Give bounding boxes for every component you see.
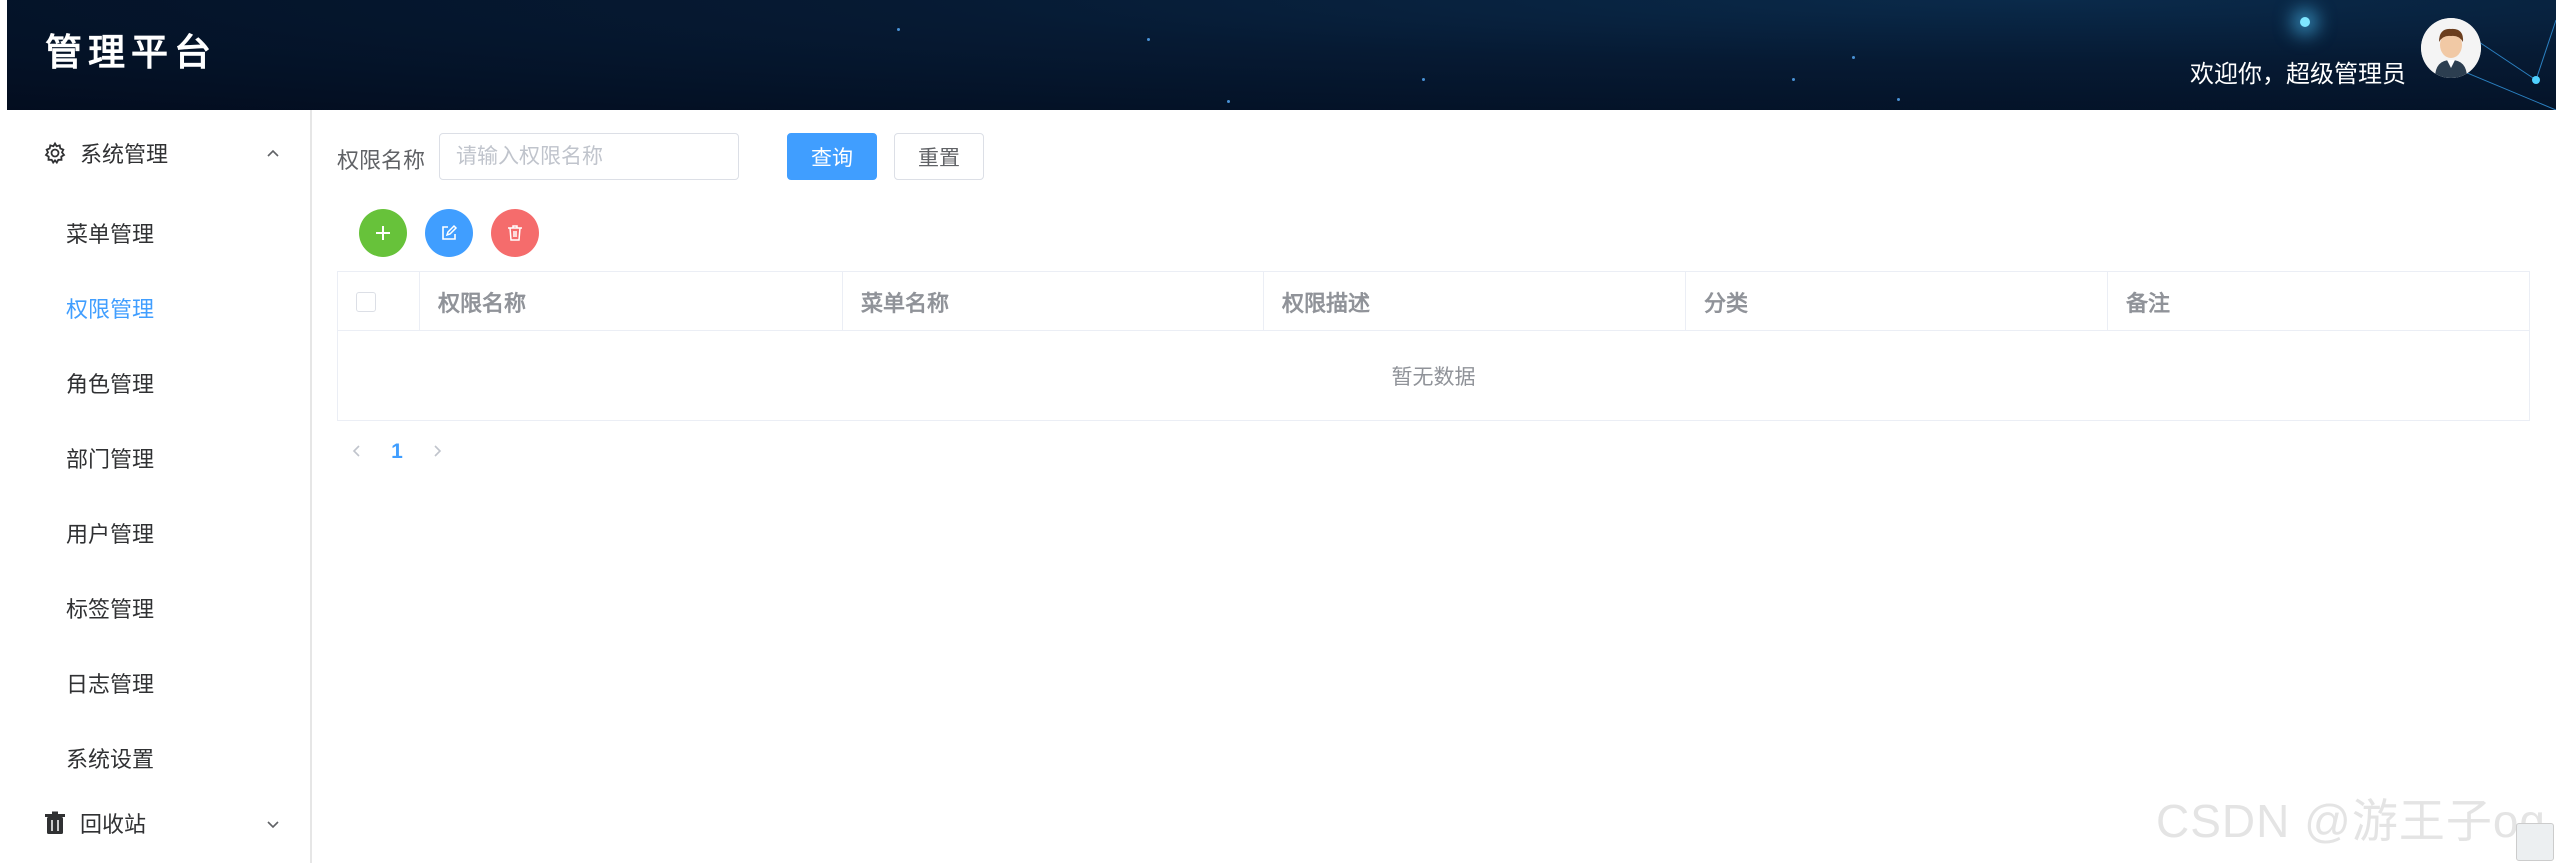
decor-star xyxy=(1792,78,1795,81)
delete-icon xyxy=(508,225,522,241)
sidebar-item-tag[interactable]: 标签管理 xyxy=(7,578,312,638)
sidebar-item-label: 部门管理 xyxy=(66,447,155,472)
sidebar-item-label: 角色管理 xyxy=(66,372,155,397)
welcome-text: 欢迎你，超级管理员 xyxy=(2190,61,2406,88)
chevron-up-icon xyxy=(264,143,282,169)
gear-icon xyxy=(42,140,68,166)
next-page-icon[interactable] xyxy=(417,441,457,464)
column-header: 权限描述 xyxy=(1264,272,1686,331)
sidebar-item-menu[interactable]: 菜单管理 xyxy=(7,203,312,263)
sidebar-item-log[interactable]: 日志管理 xyxy=(7,653,312,713)
search-input[interactable] xyxy=(439,133,739,180)
column-header: 备注 xyxy=(2126,290,2171,316)
left-edge xyxy=(0,0,7,863)
decor-star xyxy=(897,28,900,31)
trash-icon xyxy=(42,810,68,836)
decor-star xyxy=(1147,38,1150,41)
query-button[interactable]: 查询 xyxy=(787,133,877,180)
sidebar-item-label: 日志管理 xyxy=(66,672,155,697)
sidebar-group-system[interactable]: 系统管理 xyxy=(7,123,312,183)
sidebar-group-recycle[interactable]: 回收站 xyxy=(7,793,312,853)
plus-icon xyxy=(376,226,390,240)
sidebar-item-user[interactable]: 用户管理 xyxy=(7,503,312,563)
decor-glow xyxy=(2300,17,2310,27)
sidebar-item-label: 菜单管理 xyxy=(66,222,155,247)
sidebar-item-settings[interactable]: 系统设置 xyxy=(7,728,312,788)
sidebar-item-label: 权限管理 xyxy=(66,297,155,322)
sidebar-item-label: 用户管理 xyxy=(66,522,155,547)
pagination: 1 xyxy=(337,432,457,472)
permission-table: 权限名称 菜单名称 权限描述 分类 备注 暂无数据 xyxy=(337,271,2530,421)
user-avatar-icon[interactable] xyxy=(2421,18,2481,78)
brand-title: 管理平台 xyxy=(45,30,217,74)
chevron-down-icon xyxy=(264,813,282,839)
table-header: 权限名称 菜单名称 权限描述 分类 备注 xyxy=(338,272,2529,331)
delete-button[interactable] xyxy=(491,209,539,257)
search-label: 权限名称 xyxy=(337,148,426,173)
select-all-cell xyxy=(338,272,420,331)
decor-star xyxy=(1422,78,1425,81)
add-button[interactable] xyxy=(359,209,407,257)
empty-text: 暂无数据 xyxy=(1391,366,1476,389)
column-header: 权限名称 xyxy=(420,272,843,331)
reset-button[interactable]: 重置 xyxy=(894,133,984,180)
sidebar-item-department[interactable]: 部门管理 xyxy=(7,428,312,488)
watermark: CSDN @游王子og xyxy=(2156,795,2546,847)
decor-star xyxy=(1227,100,1230,103)
edit-icon xyxy=(442,224,458,240)
main-content: 权限名称 查询 重置 权限名称 菜单名称 权限描述 分类 备注 暂无数据 xyxy=(314,110,2556,863)
column-header: 分类 xyxy=(1686,272,2108,331)
select-all-checkbox[interactable] xyxy=(356,291,376,312)
sidebar-item-label: 系统设置 xyxy=(66,747,155,772)
sidebar-item-label: 标签管理 xyxy=(66,597,155,622)
top-header: 管理平台 欢迎你，超级管理员 xyxy=(7,0,2556,110)
corner-widget[interactable] xyxy=(2516,823,2554,861)
sidebar-item-role[interactable]: 角色管理 xyxy=(7,353,312,413)
page-number[interactable]: 1 xyxy=(377,440,417,464)
sidebar-group-label: 回收站 xyxy=(80,812,147,837)
column-header: 菜单名称 xyxy=(843,272,1264,331)
sidebar: 系统管理 菜单管理 权限管理 角色管理 部门管理 用户管理 标签管理 日志管理 … xyxy=(7,110,312,863)
prev-page-icon[interactable] xyxy=(337,441,377,464)
sidebar-item-permission[interactable]: 权限管理 xyxy=(7,278,312,338)
decor-star xyxy=(1897,98,1900,101)
decor-star xyxy=(1852,56,1855,59)
edit-button[interactable] xyxy=(425,209,473,257)
sidebar-group-label: 系统管理 xyxy=(80,142,169,167)
